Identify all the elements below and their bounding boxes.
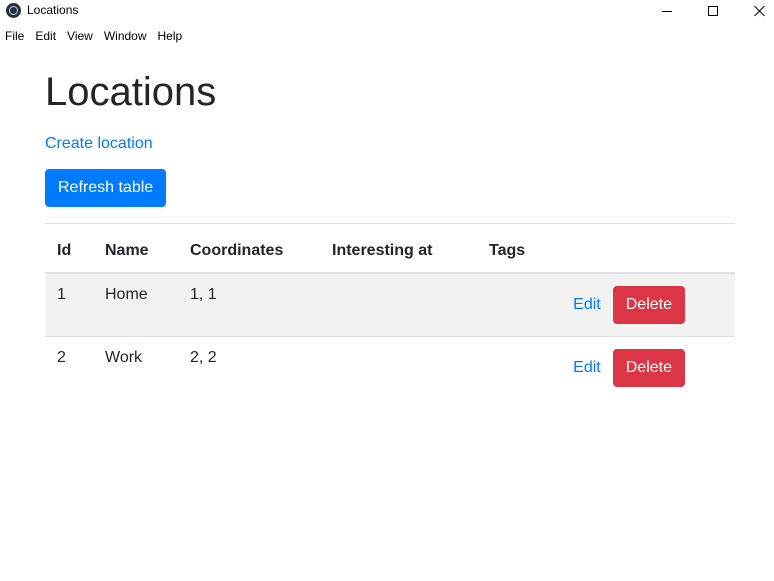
delete-button[interactable]: Delete — [612, 285, 685, 324]
edit-link[interactable]: Edit — [573, 296, 601, 314]
close-button[interactable] — [736, 0, 774, 22]
cell-actions: Edit Delete — [537, 335, 735, 399]
refresh-table-button[interactable]: Refresh table — [45, 169, 167, 207]
menu-help[interactable]: Help — [153, 29, 189, 43]
table-row: 1 Home 1, 1 Edit Delete — [45, 272, 735, 336]
title-bar: Locations — [0, 0, 774, 22]
main-content: Locations Create location Refresh table … — [45, 60, 735, 399]
cell-id: 1 — [45, 272, 93, 336]
window-title: Locations — [27, 3, 79, 17]
minimize-button[interactable] — [644, 0, 690, 22]
app-icon — [6, 3, 21, 18]
locations-table: Id Name Coordinates Interesting at Tags … — [45, 223, 735, 399]
menu-bar: File Edit View Window Help — [0, 26, 774, 46]
close-icon — [753, 5, 765, 17]
menu-view[interactable]: View — [62, 29, 99, 43]
cell-name: Work — [93, 335, 178, 399]
header-name: Name — [93, 223, 178, 274]
menu-edit[interactable]: Edit — [30, 29, 62, 43]
menu-window[interactable]: Window — [99, 29, 153, 43]
edit-link[interactable]: Edit — [573, 359, 601, 377]
cell-name: Home — [93, 272, 178, 336]
table-header-row: Id Name Coordinates Interesting at Tags — [45, 223, 735, 274]
cell-coordinates: 1, 1 — [178, 272, 320, 336]
maximize-button[interactable] — [690, 0, 736, 22]
delete-button[interactable]: Delete — [612, 348, 685, 387]
minimize-icon — [662, 10, 672, 12]
header-interesting-at: Interesting at — [320, 223, 477, 274]
page-title: Locations — [45, 70, 217, 114]
cell-interesting-at — [320, 272, 477, 336]
cell-actions: Edit Delete — [537, 272, 735, 336]
maximize-icon — [708, 6, 718, 16]
cell-coordinates: 2, 2 — [178, 335, 320, 399]
cell-id: 2 — [45, 335, 93, 399]
cell-tags — [477, 335, 538, 399]
header-id: Id — [45, 223, 93, 274]
create-location-link[interactable]: Create location — [45, 135, 153, 153]
header-actions — [537, 223, 735, 274]
header-coordinates: Coordinates — [178, 223, 320, 274]
table-row: 2 Work 2, 2 Edit Delete — [45, 335, 735, 399]
menu-file[interactable]: File — [0, 29, 30, 43]
header-tags: Tags — [477, 223, 538, 274]
cell-interesting-at — [320, 335, 477, 399]
cell-tags — [477, 272, 538, 336]
